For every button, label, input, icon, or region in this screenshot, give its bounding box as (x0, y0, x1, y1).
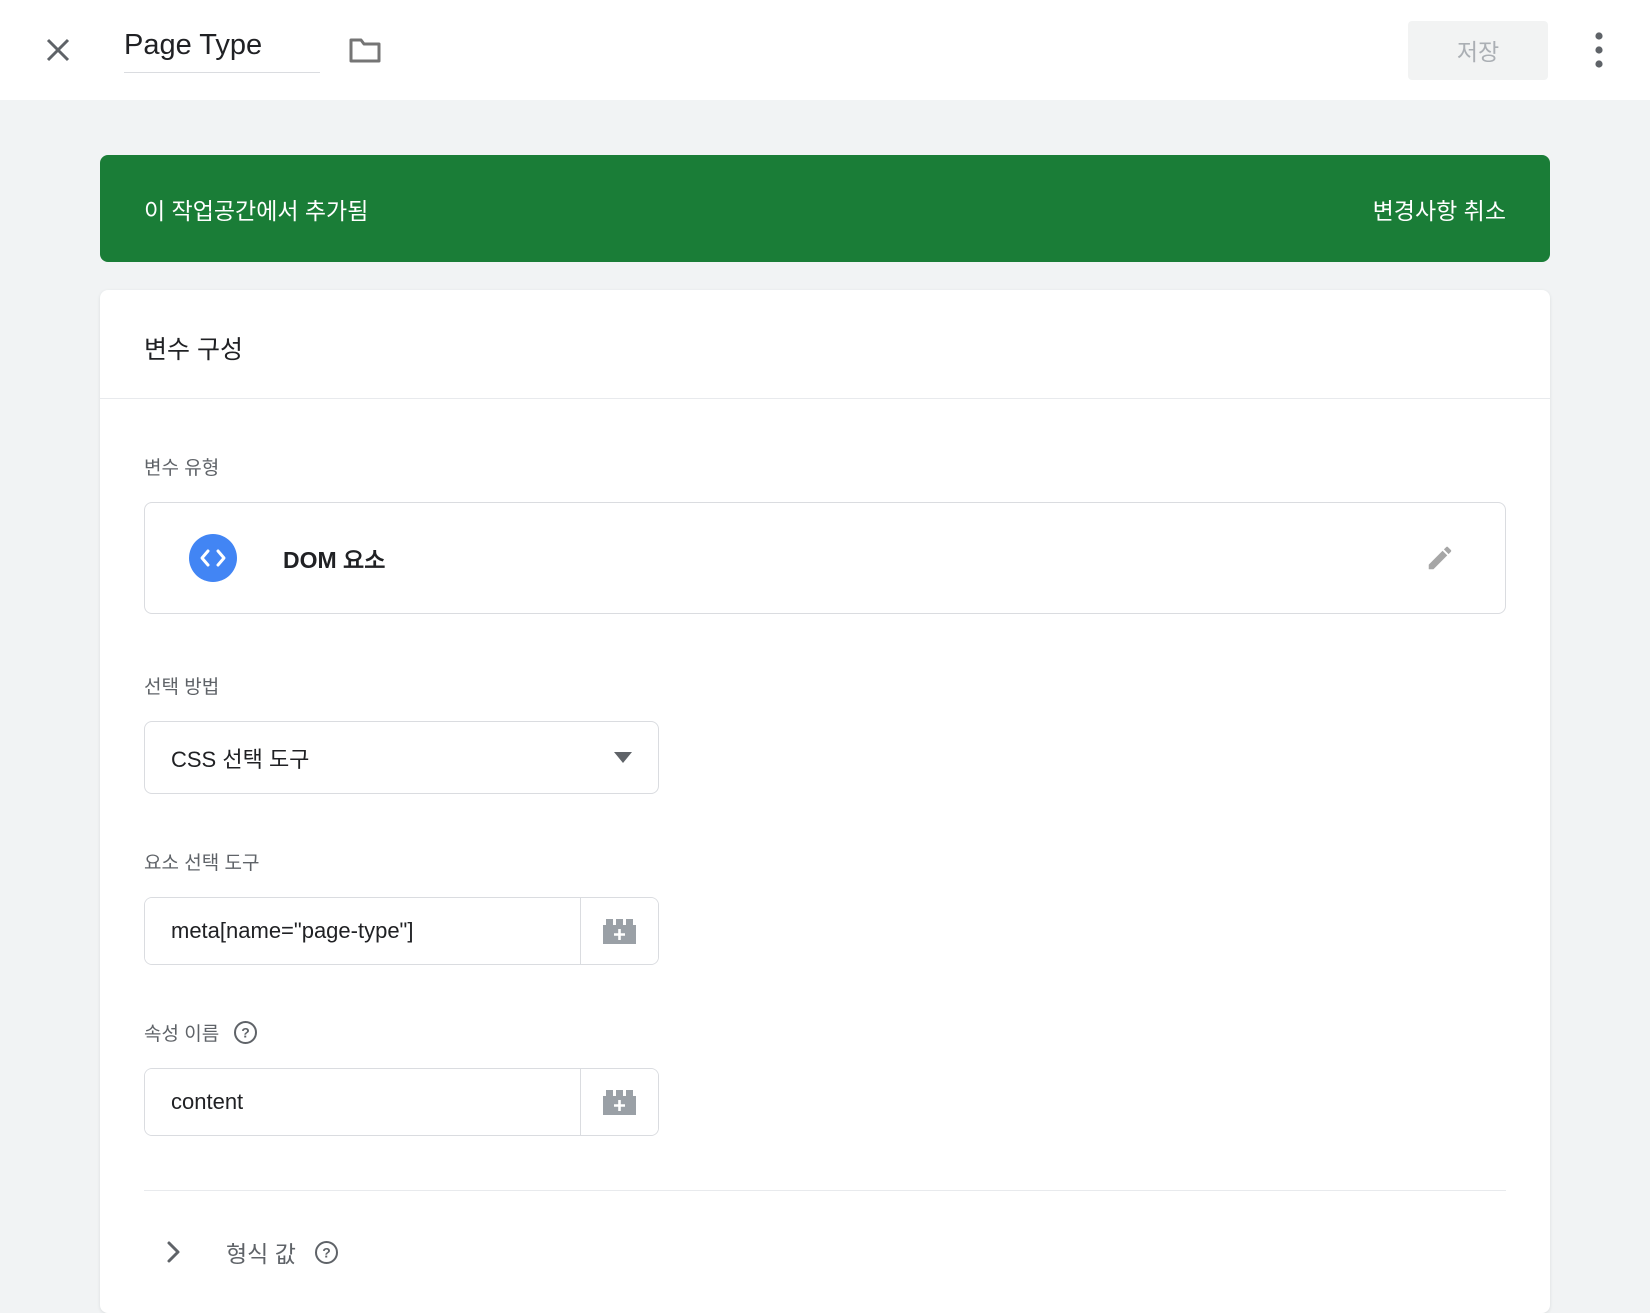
workspace-status-banner: 이 작업공간에서 추가됨 변경사항 취소 (100, 155, 1550, 262)
brick-plus-icon (601, 915, 639, 947)
insert-variable-button[interactable] (581, 1069, 658, 1135)
card-title: 변수 구성 (100, 290, 1550, 399)
close-icon (42, 34, 74, 66)
code-icon (199, 548, 227, 568)
folder-icon (348, 36, 382, 64)
attribute-name-field-group (144, 1068, 659, 1136)
selection-method-value: CSS 선택 도구 (171, 742, 309, 774)
kebab-menu-icon (1594, 30, 1604, 70)
variable-config-card: 변수 구성 변수 유형 DOM 요소 선택 방법 CSS 선택 도구 (100, 290, 1550, 1313)
attribute-name-label-row: 속성 이름 ? (144, 1019, 1506, 1046)
element-selector-label: 요소 선택 도구 (144, 848, 1506, 875)
variable-type-icon-badge (189, 534, 237, 582)
format-value-label: 형식 값 (226, 1235, 296, 1269)
element-selector-field-group (144, 897, 659, 965)
selection-method-dropdown[interactable]: CSS 선택 도구 (144, 721, 659, 794)
brick-plus-icon (601, 1086, 639, 1118)
svg-text:?: ? (322, 1244, 331, 1260)
save-button[interactable]: 저장 (1408, 21, 1548, 80)
discard-changes-button[interactable]: 변경사항 취소 (1373, 192, 1506, 226)
top-bar: 저장 (0, 0, 1650, 100)
variable-type-label: 변수 유형 (144, 453, 1506, 480)
attribute-name-label: 속성 이름 (144, 1019, 219, 1046)
variable-type-selector[interactable]: DOM 요소 (144, 502, 1506, 614)
pencil-icon (1425, 543, 1455, 573)
help-icon[interactable]: ? (233, 1020, 258, 1045)
edit-variable-type-button[interactable] (1419, 537, 1461, 579)
chevron-down-icon (614, 752, 632, 763)
element-selector-input[interactable] (145, 898, 580, 964)
section-divider (144, 1190, 1506, 1191)
format-value-expander[interactable]: 형식 값 ? (144, 1235, 1506, 1269)
selection-method-label: 선택 방법 (144, 672, 1506, 699)
chevron-right-icon (162, 1239, 184, 1265)
help-icon[interactable]: ? (314, 1240, 339, 1265)
variable-name-input[interactable] (124, 27, 320, 73)
insert-variable-button[interactable] (581, 898, 658, 964)
folder-button[interactable] (342, 30, 388, 70)
more-options-button[interactable] (1588, 24, 1610, 76)
banner-text: 이 작업공간에서 추가됨 (144, 192, 368, 226)
svg-text:?: ? (241, 1025, 250, 1041)
close-button[interactable] (36, 28, 80, 72)
attribute-name-input[interactable] (145, 1069, 580, 1135)
variable-type-value: DOM 요소 (283, 541, 385, 575)
